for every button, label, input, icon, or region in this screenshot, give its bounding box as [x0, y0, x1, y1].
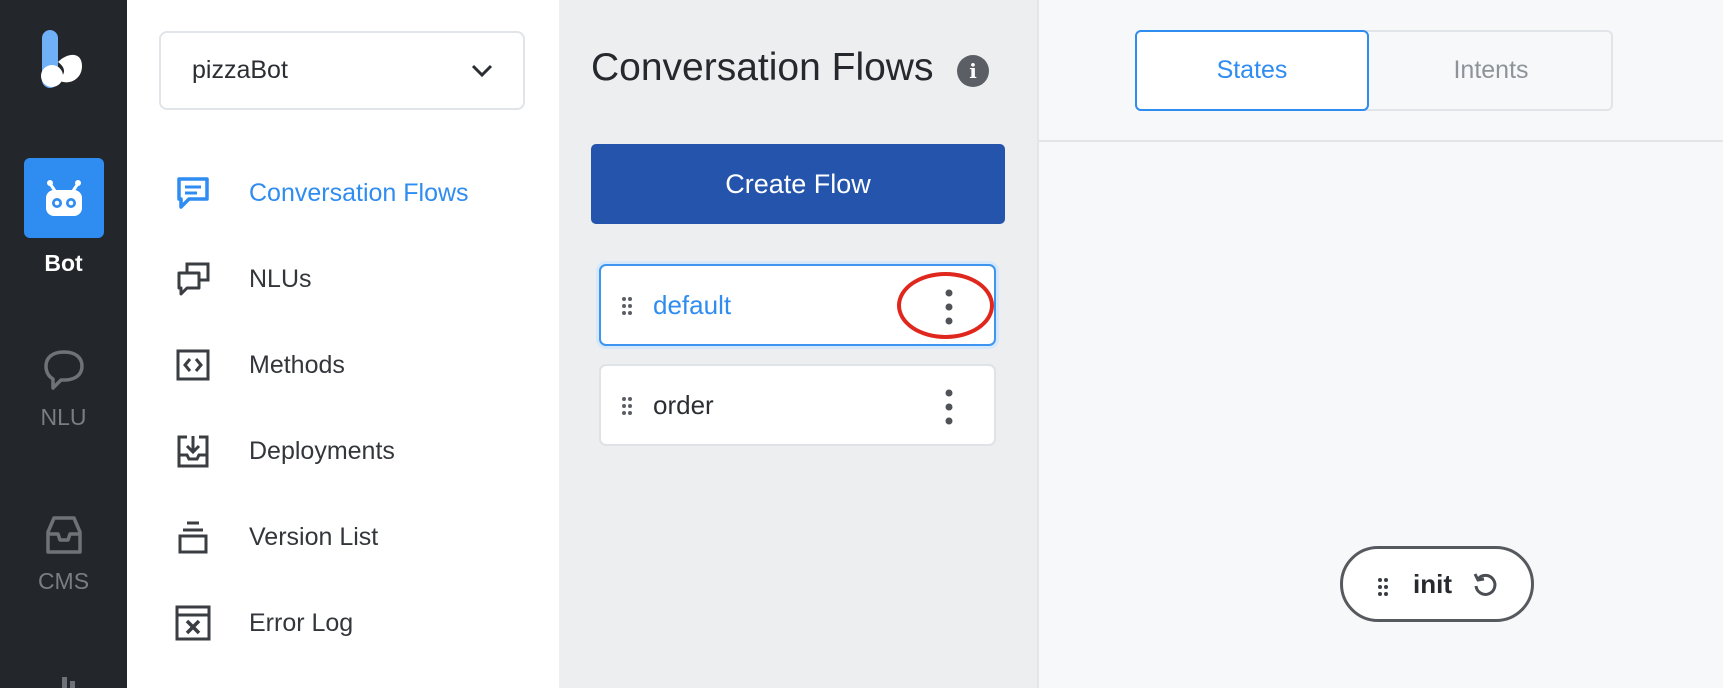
- sidebar-item-conversation-flows[interactable]: Conversation Flows: [173, 168, 553, 218]
- flow-list-item[interactable]: order: [599, 364, 996, 446]
- error-window-icon: [173, 603, 213, 643]
- state-node[interactable]: init: [1340, 546, 1534, 622]
- reload-icon[interactable]: [1471, 571, 1499, 599]
- flow-canvas[interactable]: States Intents init: [1037, 0, 1723, 688]
- rail-item-nlu[interactable]: NLU: [0, 332, 127, 431]
- robot-icon: [23, 158, 104, 238]
- rail-label: Bot: [44, 250, 83, 276]
- flow-name: default: [653, 289, 732, 320]
- view-tabbar: States Intents: [1039, 0, 1723, 142]
- rail-label: CMS: [37, 568, 90, 594]
- inbox-icon: [0, 496, 127, 556]
- code-brackets-icon: [173, 345, 213, 385]
- side-navigation: pizzaBot Conversation Flows NLUs Methods…: [127, 0, 559, 688]
- flows-panel: Conversation Flows i Create Flow default…: [559, 0, 1037, 688]
- stack-icon: [173, 517, 213, 557]
- bar-chart-icon[interactable]: [58, 676, 78, 688]
- rail-label: NLU: [40, 404, 87, 430]
- page-title: Conversation Flows: [591, 46, 934, 89]
- app-rail: Bot NLU CMS: [0, 0, 127, 688]
- download-tray-icon: [173, 431, 213, 471]
- chat-bubble-icon: [0, 332, 127, 392]
- sidebar-item-label: Methods: [249, 350, 345, 379]
- rail-item-bot[interactable]: Bot: [0, 158, 127, 277]
- info-icon[interactable]: i: [957, 55, 989, 87]
- sidebar-item-version-list[interactable]: Version List: [173, 512, 553, 562]
- flow-name: order: [653, 389, 714, 420]
- sidebar-item-methods[interactable]: Methods: [173, 340, 553, 390]
- drag-handle-icon[interactable]: [1377, 577, 1389, 597]
- sidebar-item-error-log[interactable]: Error Log: [173, 598, 553, 648]
- state-name: init: [1413, 568, 1452, 599]
- message-square-icon: [173, 173, 213, 213]
- sidebar-item-deployments[interactable]: Deployments: [173, 426, 553, 476]
- bot-selector-dropdown[interactable]: pizzaBot: [159, 31, 525, 110]
- drag-handle-icon[interactable]: [621, 296, 633, 316]
- tab-states[interactable]: States: [1135, 30, 1369, 111]
- sidebar-item-label: NLUs: [249, 264, 312, 293]
- app-logo-icon[interactable]: [38, 28, 88, 98]
- sidebar-item-label: Deployments: [249, 436, 395, 465]
- flow-list-item[interactable]: default: [599, 264, 996, 346]
- view-toggle: States Intents: [1135, 30, 1613, 111]
- create-flow-button[interactable]: Create Flow: [591, 144, 1005, 224]
- chevron-down-icon: [471, 64, 493, 77]
- bot-selector-value: pizzaBot: [192, 56, 288, 84]
- sidebar-item-label: Version List: [249, 522, 379, 551]
- tab-intents[interactable]: Intents: [1369, 32, 1613, 109]
- stacked-chats-icon: [173, 259, 213, 299]
- more-options-icon[interactable]: [939, 288, 959, 326]
- drag-handle-icon[interactable]: [621, 396, 633, 416]
- more-options-icon[interactable]: [939, 388, 959, 426]
- sidebar-item-label: Conversation Flows: [249, 178, 469, 207]
- sidebar-item-label: Error Log: [249, 608, 354, 637]
- rail-item-cms[interactable]: CMS: [0, 496, 127, 595]
- sidebar-item-nlus[interactable]: NLUs: [173, 254, 553, 304]
